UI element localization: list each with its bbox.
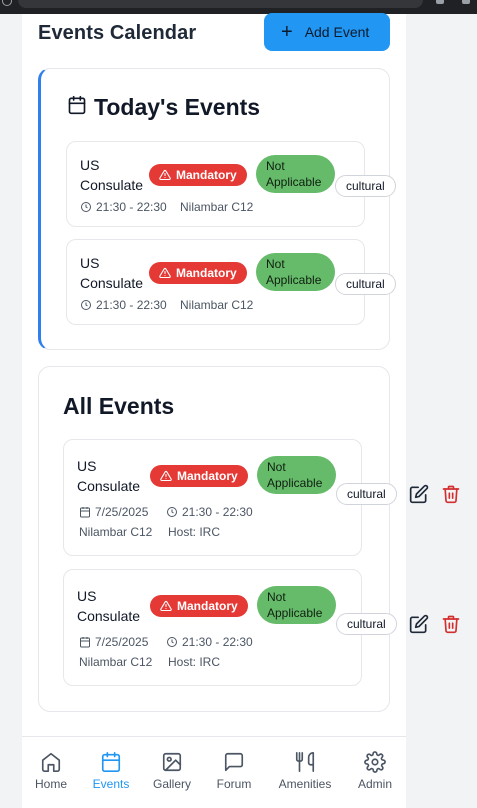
- clock-icon: [81, 202, 91, 212]
- status-badge: Not Applicable: [256, 155, 335, 193]
- nav-amenities[interactable]: Amenities: [272, 737, 338, 808]
- mandatory-badge: Mandatory: [150, 465, 248, 487]
- reload-icon[interactable]: [2, 0, 12, 6]
- bottom-nav: Home Events Gallery Forum Amenities Admi…: [22, 736, 406, 808]
- warning-icon: [159, 169, 171, 181]
- plus-icon: +: [281, 21, 293, 43]
- event-card[interactable]: US Consulate Mandatory Not Applicable cu…: [66, 141, 396, 227]
- event-location: Nilambar C12: [79, 655, 153, 669]
- status-badge: Not Applicable: [257, 586, 336, 624]
- event-host: Host: IRC: [168, 525, 221, 539]
- address-bar[interactable]: [18, 0, 423, 8]
- event-time: 21:30 - 22:30: [80, 298, 167, 312]
- event-title: US Consulate: [77, 458, 141, 494]
- all-events-title: All Events: [63, 393, 175, 419]
- calendar-icon: [101, 752, 121, 772]
- category-tag: cultural: [336, 483, 397, 505]
- category-tag: cultural: [336, 613, 397, 635]
- mandatory-label: Mandatory: [177, 469, 238, 483]
- event-date-text: 7/25/2025: [95, 635, 149, 649]
- image-icon: [162, 752, 182, 772]
- nav-forum-label: Forum: [216, 777, 252, 791]
- page-title: Events Calendar: [38, 22, 197, 44]
- edit-icon[interactable]: [409, 614, 429, 634]
- event-time-text: 21:30 - 22:30: [182, 505, 253, 519]
- event-time: 21:30 - 22:30: [166, 505, 253, 519]
- home-icon: [41, 752, 61, 772]
- nav-amenities-label: Amenities: [278, 777, 332, 791]
- clock-icon: [167, 637, 177, 647]
- nav-admin[interactable]: Admin: [352, 737, 398, 808]
- gear-icon: [364, 751, 386, 773]
- event-date: 7/25/2025: [79, 505, 148, 519]
- nav-admin-label: Admin: [357, 777, 392, 791]
- event-card[interactable]: US Consulate Mandatory Not Applicable cu…: [66, 239, 396, 325]
- page-gutter: [0, 14, 22, 808]
- nav-events-label: Events: [92, 777, 130, 791]
- utensils-icon: [295, 752, 315, 772]
- event-title: US Consulate: [80, 157, 144, 193]
- mandatory-badge: Mandatory: [149, 164, 247, 186]
- category-tag: cultural: [335, 175, 396, 197]
- mandatory-label: Mandatory: [176, 266, 237, 280]
- status-badge: Not Applicable: [257, 456, 336, 494]
- mandatory-badge: Mandatory: [150, 595, 248, 617]
- edit-icon[interactable]: [409, 484, 429, 504]
- event-card[interactable]: US Consulate Mandatory Not Applicable cu…: [63, 569, 397, 686]
- event-date: 7/25/2025: [79, 635, 148, 649]
- event-title: US Consulate: [77, 588, 141, 624]
- nav-gallery-label: Gallery: [152, 777, 191, 791]
- event-location: Nilambar C12: [180, 200, 254, 214]
- event-card[interactable]: US Consulate Mandatory Not Applicable cu…: [63, 439, 397, 556]
- browser-chrome: [0, 0, 477, 14]
- event-location: Nilambar C12: [180, 298, 254, 312]
- event-title: US Consulate: [80, 255, 144, 291]
- nav-home[interactable]: Home: [28, 737, 74, 808]
- todays-events-card: Today's Events US Consulate Mandatory No…: [38, 68, 396, 350]
- todays-events-title: Today's Events: [94, 94, 261, 120]
- warning-icon: [159, 267, 171, 279]
- category-tag: cultural: [335, 273, 396, 295]
- mandatory-label: Mandatory: [177, 599, 238, 613]
- warning-icon: [160, 600, 172, 612]
- mandatory-badge: Mandatory: [149, 262, 247, 284]
- event-time-text: 21:30 - 22:30: [182, 635, 253, 649]
- extension-icon[interactable]: [436, 0, 444, 4]
- all-events-card: All Events US Consulate Mandatory Not Ap…: [38, 366, 397, 712]
- status-badge: Not Applicable: [256, 253, 335, 291]
- nav-home-label: Home: [34, 777, 67, 791]
- clock-icon: [167, 507, 177, 517]
- event-time-text: 21:30 - 22:30: [96, 200, 167, 214]
- calendar-icon: [80, 507, 90, 518]
- nav-events[interactable]: Events: [88, 737, 134, 808]
- event-date-text: 7/25/2025: [95, 505, 149, 519]
- clock-icon: [81, 300, 91, 310]
- nav-forum[interactable]: Forum: [211, 737, 257, 808]
- add-event-label: Add Event: [304, 24, 370, 40]
- mandatory-label: Mandatory: [176, 168, 237, 182]
- nav-gallery[interactable]: Gallery: [148, 737, 196, 808]
- calendar-icon: [68, 95, 86, 115]
- event-host: Host: IRC: [168, 655, 221, 669]
- trash-icon[interactable]: [441, 484, 461, 504]
- event-time: 21:30 - 22:30: [166, 635, 253, 649]
- event-time-text: 21:30 - 22:30: [96, 298, 167, 312]
- menu-icon[interactable]: [462, 0, 470, 4]
- add-event-button[interactable]: + Add Event: [264, 13, 390, 51]
- trash-icon[interactable]: [441, 614, 461, 634]
- calendar-icon: [80, 637, 90, 648]
- event-location: Nilambar C12: [79, 525, 153, 539]
- event-time: 21:30 - 22:30: [80, 200, 167, 214]
- warning-icon: [160, 470, 172, 482]
- chat-icon: [224, 752, 244, 772]
